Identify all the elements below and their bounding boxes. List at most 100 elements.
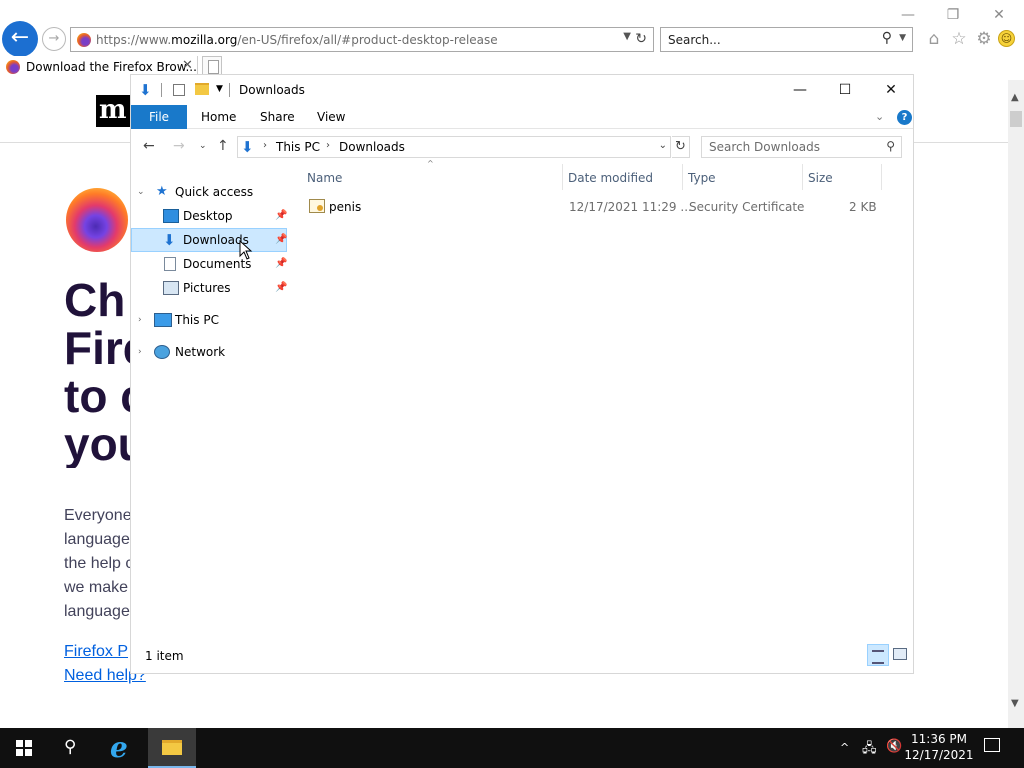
minimize-icon[interactable]: — bbox=[898, 5, 918, 25]
column-separator[interactable] bbox=[682, 164, 683, 190]
close-icon[interactable]: ✕ bbox=[989, 5, 1009, 25]
tab-file[interactable]: File bbox=[131, 105, 187, 129]
internet-explorer-icon[interactable]: e bbox=[110, 731, 136, 764]
breadcrumb-downloads[interactable]: Downloads bbox=[339, 140, 405, 154]
hero-line: you bbox=[64, 418, 130, 468]
forward-button[interactable]: → bbox=[42, 27, 66, 51]
nav-label: Pictures bbox=[183, 281, 231, 295]
details-view-icon[interactable] bbox=[867, 644, 889, 666]
breadcrumb-separator-icon[interactable]: › bbox=[263, 140, 267, 151]
quick-access-dropdown-icon[interactable]: ▼ bbox=[216, 84, 223, 94]
address-dropdown-icon[interactable]: ⌄ bbox=[659, 140, 667, 151]
refresh-icon[interactable]: ↻ bbox=[672, 136, 690, 158]
search-icon[interactable]: ⚲ bbox=[882, 30, 892, 46]
network-tray-icon[interactable]: 🖧 bbox=[862, 739, 877, 761]
sidebar-item-desktop[interactable]: Desktop 📌 bbox=[131, 204, 287, 228]
paragraph-line: Everyone bbox=[64, 507, 130, 524]
tab-share[interactable]: Share bbox=[260, 110, 295, 124]
scroll-down-icon[interactable]: ▼ bbox=[1011, 698, 1019, 709]
pin-icon[interactable]: 📌 bbox=[275, 252, 287, 276]
back-button[interactable]: ← bbox=[2, 21, 38, 57]
column-header-type[interactable]: Type bbox=[688, 171, 716, 185]
nav-quick-access[interactable]: ⌄ ★ Quick access bbox=[131, 180, 287, 204]
expand-ribbon-icon[interactable]: ⌄ bbox=[875, 110, 884, 123]
file-explorer-window: ⬇ ▼ Downloads — ☐ ✕ File Home Share View… bbox=[130, 74, 914, 674]
tab-view[interactable]: View bbox=[317, 110, 345, 124]
help-icon[interactable]: ? bbox=[897, 110, 912, 125]
titlebar-divider bbox=[161, 83, 162, 97]
address-dropdown-icon[interactable]: ▼ bbox=[623, 31, 631, 42]
expand-chevron-icon[interactable]: › bbox=[138, 308, 142, 332]
refresh-icon[interactable]: ↻ bbox=[635, 31, 647, 47]
new-tab-button[interactable] bbox=[202, 56, 222, 76]
address-bar[interactable]: https://www.mozilla.org/en-US/firefox/al… bbox=[70, 27, 654, 52]
downloads-arrow-icon: ⬇ bbox=[139, 81, 152, 99]
search-dropdown-icon[interactable]: ▼ bbox=[899, 33, 906, 43]
recent-locations-icon[interactable]: ⌄ bbox=[199, 141, 207, 151]
nav-label: This PC bbox=[175, 313, 219, 327]
sidebar-item-network[interactable]: › Network bbox=[131, 340, 287, 364]
sidebar-item-documents[interactable]: Documents 📌 bbox=[131, 252, 287, 276]
collapse-chevron-icon[interactable]: ⌄ bbox=[137, 180, 145, 204]
page-scrollbar[interactable]: ▲ ▼ bbox=[1008, 80, 1024, 728]
firefox-privacy-link[interactable]: Firefox P bbox=[64, 643, 130, 661]
breadcrumb-separator-icon[interactable]: › bbox=[326, 140, 330, 151]
paragraph-line: the help c bbox=[64, 555, 130, 572]
pin-icon[interactable]: 📌 bbox=[275, 204, 287, 228]
close-icon[interactable]: ✕ bbox=[876, 79, 906, 101]
column-header-size[interactable]: Size bbox=[808, 171, 833, 185]
documents-icon bbox=[164, 257, 176, 271]
maximize-icon[interactable]: ☐ bbox=[830, 79, 860, 101]
pin-icon[interactable]: 📌 bbox=[275, 228, 287, 252]
column-separator[interactable] bbox=[562, 164, 563, 190]
expand-chevron-icon[interactable]: › bbox=[138, 340, 142, 364]
breadcrumb[interactable]: ⬇ › This PC › Downloads ⌄ bbox=[237, 136, 671, 158]
search-icon[interactable]: ⚲ bbox=[64, 737, 76, 757]
search-downloads-input[interactable]: Search Downloads ⚲ bbox=[701, 136, 902, 158]
file-explorer-taskbar-button[interactable] bbox=[148, 728, 196, 768]
back-arrow-icon[interactable]: ← bbox=[143, 138, 155, 154]
minimize-icon[interactable]: — bbox=[785, 79, 815, 101]
large-icons-view-icon[interactable] bbox=[893, 648, 907, 660]
show-hidden-icons-chevron-icon[interactable]: ^ bbox=[840, 741, 849, 754]
sort-ascending-icon: ^ bbox=[427, 159, 434, 168]
tab-close-icon[interactable]: ✕ bbox=[182, 58, 193, 73]
scroll-up-icon[interactable]: ▲ bbox=[1011, 92, 1019, 103]
paragraph-line: we make bbox=[64, 579, 129, 596]
search-placeholder: Search... bbox=[668, 33, 721, 47]
gear-icon[interactable]: ⚙ bbox=[974, 29, 994, 49]
browser-search-input[interactable]: Search... ⚲ ▼ bbox=[660, 27, 913, 52]
hero-heading: Ch Fire to c you bbox=[64, 276, 130, 468]
pin-icon[interactable]: 📌 bbox=[275, 276, 287, 300]
this-pc-icon bbox=[154, 313, 172, 327]
forward-arrow-icon[interactable]: → bbox=[173, 138, 185, 154]
pictures-icon bbox=[163, 281, 179, 295]
intro-paragraph: Everyone language the help c we make lan… bbox=[64, 504, 130, 624]
scroll-thumb[interactable] bbox=[1010, 111, 1022, 127]
browser-chrome: — ❐ ✕ ← → https://www.mozilla.org/en-US/… bbox=[0, 0, 1024, 80]
windows-start-icon[interactable] bbox=[16, 740, 32, 756]
system-clock[interactable]: 11:36 PM 12/17/2021 bbox=[904, 731, 974, 763]
tab-home[interactable]: Home bbox=[201, 110, 236, 124]
taskbar: ⚲ e ^ 🖧 🔇 11:36 PM 12/17/2021 bbox=[0, 728, 1024, 768]
table-row[interactable]: penis 12/17/2021 11:29 ... Security Cert… bbox=[301, 194, 901, 218]
feedback-smiley-icon[interactable]: ☺ bbox=[998, 30, 1015, 47]
new-folder-icon[interactable] bbox=[195, 83, 209, 95]
column-separator[interactable] bbox=[881, 164, 882, 190]
column-separator[interactable] bbox=[802, 164, 803, 190]
mozilla-logo[interactable]: m bbox=[96, 95, 130, 127]
restore-icon[interactable]: ❐ bbox=[943, 5, 963, 25]
favorites-star-icon[interactable]: ☆ bbox=[949, 29, 969, 49]
sidebar-item-pictures[interactable]: Pictures 📌 bbox=[131, 276, 287, 300]
breadcrumb-this-pc[interactable]: This PC bbox=[276, 140, 320, 154]
notification-center-icon[interactable] bbox=[984, 738, 1000, 752]
sidebar-item-downloads[interactable]: ⬇ Downloads 📌 bbox=[131, 228, 287, 252]
up-arrow-icon[interactable]: ↑ bbox=[217, 138, 229, 154]
home-icon[interactable]: ⌂ bbox=[924, 29, 944, 49]
properties-checkbox-icon[interactable] bbox=[173, 84, 185, 96]
volume-muted-icon[interactable]: 🔇 bbox=[886, 739, 902, 754]
column-header-name[interactable]: Name bbox=[307, 171, 342, 185]
firefox-favicon-icon bbox=[77, 33, 91, 47]
sidebar-item-this-pc[interactable]: › This PC bbox=[131, 308, 287, 332]
column-header-date[interactable]: Date modified bbox=[568, 171, 653, 185]
